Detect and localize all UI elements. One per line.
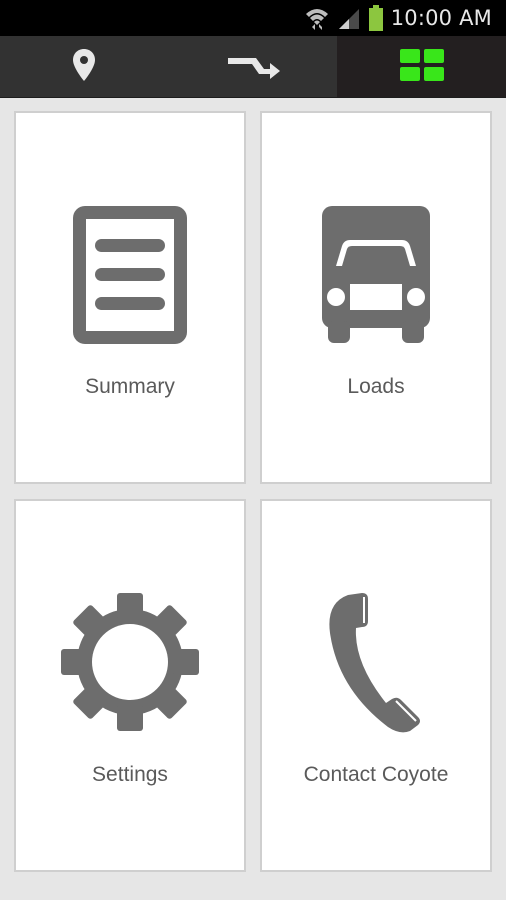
- tab-bar: [0, 36, 506, 98]
- signal-icon: [337, 6, 361, 30]
- summary-tile[interactable]: Summary: [14, 111, 246, 484]
- truck-icon: [322, 206, 430, 348]
- status-time: 10:00 AM: [390, 6, 492, 30]
- wifi-icon: [304, 5, 330, 31]
- settings-label: Settings: [92, 763, 168, 786]
- route-arrow-icon: [226, 50, 280, 84]
- tab-dashboard[interactable]: [337, 36, 506, 97]
- contact-coyote-tile[interactable]: Contact Coyote: [260, 499, 492, 872]
- grid-icon: [399, 48, 444, 85]
- gear-icon: [61, 593, 199, 735]
- summary-label: Summary: [85, 375, 175, 398]
- loads-label: Loads: [347, 375, 405, 398]
- phone-icon: [326, 593, 426, 737]
- settings-tile[interactable]: Settings: [14, 499, 246, 872]
- loads-tile[interactable]: Loads: [260, 111, 492, 484]
- dashboard-grid: Summary Loads Settings Contact Coyote: [0, 98, 506, 900]
- tab-route[interactable]: [169, 36, 338, 97]
- battery-icon: [368, 5, 384, 31]
- status-bar: 10:00 AM: [0, 0, 506, 36]
- contact-coyote-label: Contact Coyote: [303, 763, 449, 786]
- location-pin-icon: [73, 48, 96, 85]
- tab-location[interactable]: [0, 36, 169, 97]
- document-icon: [73, 206, 187, 348]
